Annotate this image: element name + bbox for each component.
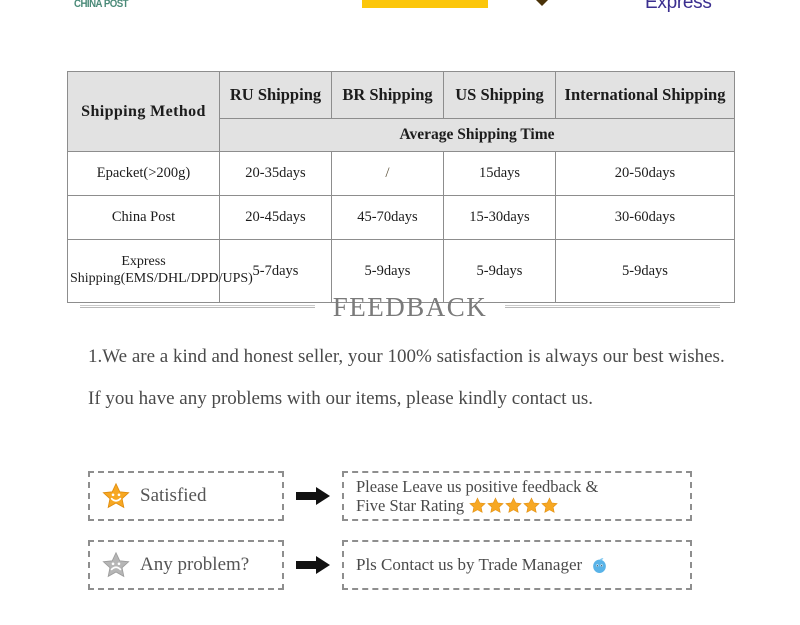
cell-chinapost-us: 15-30days [443, 195, 556, 240]
trade-manager-text: Pls Contact us by Trade Manager [356, 555, 583, 574]
cell-epacket-intl: 20-50days [555, 151, 735, 196]
positive-feedback-box[interactable]: Please Leave us positive feedback & Five… [342, 471, 692, 521]
logo-strip: CHINA POST Express [0, 0, 800, 26]
cell-epacket-br: / [331, 151, 444, 196]
satisfied-label: Satisfied [140, 485, 207, 506]
subheader-average-shipping-time: Average Shipping Time [219, 118, 735, 152]
any-problem-label: Any problem? [140, 554, 250, 575]
sad-star-icon [102, 551, 130, 579]
cell-chinapost-ru: 20-45days [219, 195, 332, 240]
divider-left [79, 305, 315, 309]
cell-chinapost-br: 45-70days [331, 195, 444, 240]
feedback-boxes: Satisfied Please Leave us positive feedb… [0, 465, 800, 595]
express-logo: Express [645, 0, 712, 13]
feedback-row-satisfied: Satisfied Please Leave us positive feedb… [0, 470, 800, 522]
trade-manager-icon[interactable] [590, 556, 609, 575]
row-method-epacket: Epacket(>200g) [67, 151, 220, 196]
feedback-heading: FEEDBACK [0, 286, 800, 328]
trade-manager-box[interactable]: Pls Contact us by Trade Manager [342, 540, 692, 590]
divider-right [505, 305, 721, 309]
china-post-logo: CHINA POST [74, 0, 129, 10]
cell-chinapost-intl: 30-60days [555, 195, 735, 240]
feedback-paragraph: 1.We are a kind and honest seller, your … [88, 346, 725, 409]
yellow-bar-logo [362, 0, 488, 8]
cell-epacket-ru: 20-35days [219, 151, 332, 196]
cell-epacket-us: 15days [443, 151, 556, 196]
positive-feedback-line2-wrap: Five Star Rating [356, 496, 598, 515]
table-row: Epacket(>200g) 20-35days / 15days 20-50d… [67, 151, 735, 196]
positive-feedback-line2: Five Star Rating [356, 496, 465, 515]
row-method-china-post: China Post [67, 195, 220, 240]
chevron-logo-icon [520, 0, 564, 8]
shipping-method-table: Shipping Method RU Shipping BR Shipping … [67, 71, 735, 303]
shipping-table-container: Shipping Method RU Shipping BR Shipping … [67, 71, 735, 303]
satisfied-box[interactable]: Satisfied [88, 471, 284, 521]
page-title: FEEDBACK [332, 291, 488, 322]
table-header-row: Shipping Method RU Shipping BR Shipping … [67, 71, 735, 152]
header-shipping-method: Shipping Method [67, 71, 220, 152]
any-problem-box[interactable]: Any problem? [88, 540, 284, 590]
header-br-shipping: BR Shipping [331, 71, 444, 119]
header-ru-shipping: RU Shipping [219, 71, 332, 119]
arrow-right-icon-2 [284, 540, 342, 590]
header-us-shipping: US Shipping [443, 71, 556, 119]
header-international-shipping: International Shipping [555, 71, 735, 119]
five-star-rating-icons [469, 497, 558, 514]
table-row: China Post 20-45days 45-70days 15-30days… [67, 195, 735, 240]
arrow-right-icon-1 [284, 471, 342, 521]
smiling-star-icon [102, 482, 130, 510]
positive-feedback-line1: Please Leave us positive feedback & [356, 477, 599, 496]
feedback-row-problem: Any problem? Pls Contact us by Trade Man… [0, 539, 800, 591]
